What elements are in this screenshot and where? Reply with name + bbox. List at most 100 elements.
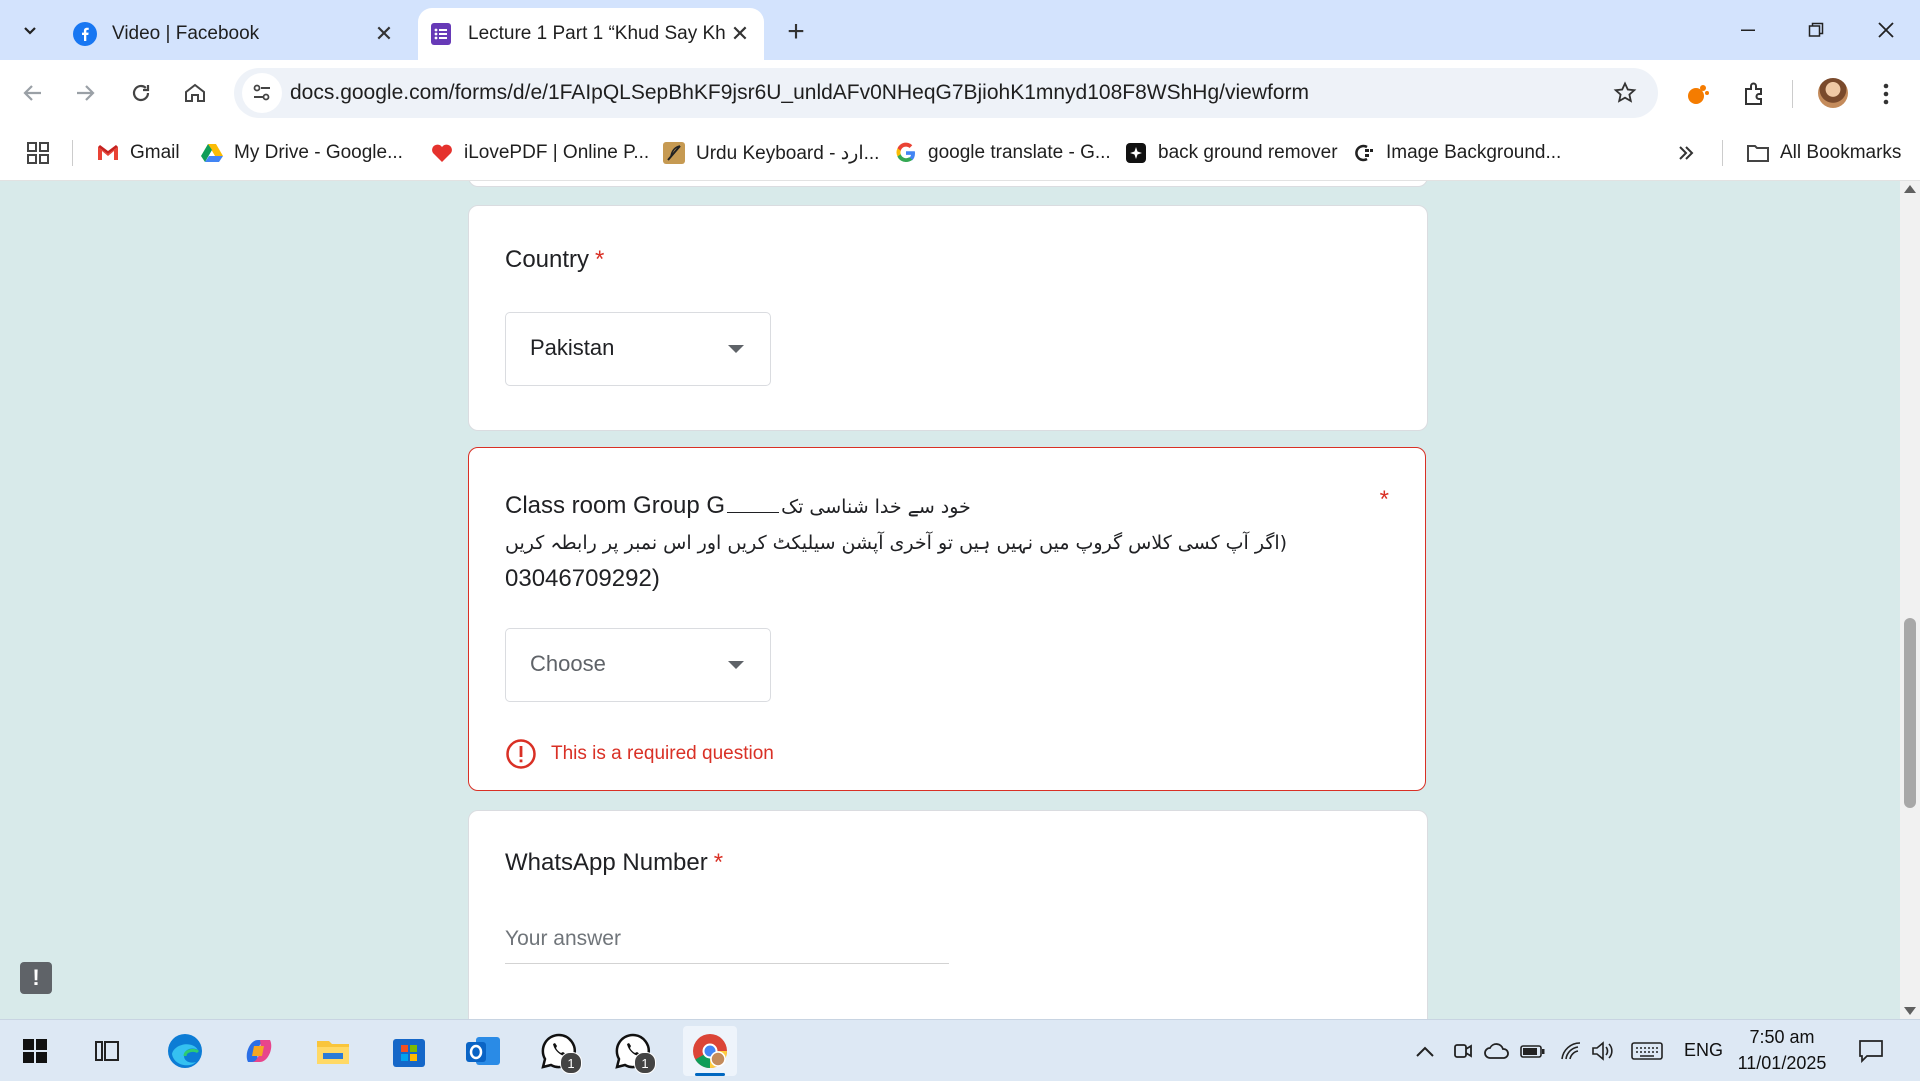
tab-title: Lecture 1 Part 1 “Khud Say Khuda	[468, 23, 726, 44]
volume-icon[interactable]	[1590, 1038, 1616, 1064]
report-feedback-button[interactable]: !	[20, 962, 52, 994]
error-icon	[506, 739, 536, 769]
touch-keyboard-icon[interactable]	[1630, 1038, 1664, 1064]
task-view-icon[interactable]	[80, 1026, 134, 1076]
toolbar-divider	[1792, 80, 1793, 108]
more-menu-icon[interactable]	[1866, 74, 1906, 114]
question-title-line2: (اگر آپ کسی کلاس گروپ میں نہیں ہیں تو آخ…	[505, 525, 1325, 561]
question-title-underline	[727, 512, 780, 513]
google-icon	[894, 141, 918, 165]
battery-icon[interactable]	[1520, 1038, 1546, 1064]
show-hidden-icons-icon[interactable]	[1412, 1038, 1438, 1064]
all-bookmarks-button[interactable]: All Bookmarks	[1746, 138, 1901, 168]
scroll-up-arrow-icon[interactable]	[1904, 185, 1916, 193]
bookmark-label: Gmail	[130, 142, 180, 163]
bookmark-my-drive[interactable]: My Drive - Google...	[200, 138, 403, 168]
address-bar[interactable]: docs.google.com/forms/d/e/1FAIpQLSepBhKF…	[234, 68, 1658, 118]
required-asterisk: *	[595, 246, 605, 273]
form-page: Country * Pakistan Class room Group G خود …	[0, 181, 1900, 1019]
bookmark-ilovepdf[interactable]: iLovePDF | Online P...	[430, 138, 649, 168]
bookmark-image-background[interactable]: Image Background...	[1352, 138, 1561, 168]
chevron-down-icon	[24, 27, 36, 35]
tab-google-form[interactable]: Lecture 1 Part 1 “Khud Say Khuda ✕	[418, 8, 764, 60]
all-bookmarks-label: All Bookmarks	[1780, 142, 1902, 163]
back-icon[interactable]	[12, 72, 54, 114]
page-scrollbar[interactable]	[1900, 181, 1920, 1019]
previous-question-card	[468, 181, 1428, 187]
more-bookmarks-icon[interactable]	[1676, 138, 1696, 168]
bookmarks-divider	[1722, 140, 1723, 166]
bookmark-star-icon[interactable]	[1610, 78, 1640, 108]
microsoft-store-icon[interactable]	[382, 1026, 436, 1076]
question-card-country: Country * Pakistan	[468, 205, 1428, 431]
minimize-icon[interactable]	[1720, 8, 1776, 52]
gmail-icon	[96, 141, 120, 165]
bookmarks-divider	[72, 140, 73, 166]
background-remover-icon	[1352, 141, 1376, 165]
dropdown-arrow-icon	[728, 345, 744, 353]
close-tab-icon[interactable]: ✕	[370, 20, 398, 48]
clock-date: 11/01/2025	[1737, 1053, 1827, 1073]
site-info-icon[interactable]	[242, 73, 282, 113]
clock-time: 7:50 am	[1749, 1027, 1815, 1047]
question-title-line1: Class room Group G خود سے خدا شناسی تک	[505, 488, 1325, 525]
reload-icon[interactable]	[120, 72, 162, 114]
browser-toolbar: docs.google.com/forms/d/e/1FAIpQLSepBhKF…	[0, 60, 1920, 126]
country-dropdown[interactable]: Pakistan	[505, 312, 771, 386]
question-label: WhatsApp Number	[505, 849, 708, 876]
clock[interactable]: 7:50 am 11/01/2025	[1732, 1024, 1832, 1076]
google-drive-icon	[200, 141, 224, 165]
close-window-icon[interactable]	[1858, 8, 1914, 52]
tab-search-button[interactable]	[8, 12, 52, 48]
tab-strip: Video | Facebook ✕ Lecture 1 Part 1 “Khu…	[0, 0, 1920, 60]
apps-grid-icon[interactable]	[26, 138, 50, 168]
extensions-puzzle-icon[interactable]	[1734, 74, 1774, 114]
input-placeholder: Your answer	[505, 927, 621, 950]
quill-icon	[662, 141, 686, 165]
ilovepdf-icon	[430, 141, 454, 165]
bookmark-background-remover[interactable]: back ground remover	[1124, 138, 1338, 168]
question-title-urdu: خود سے خدا شناسی تک	[781, 496, 971, 518]
forward-icon[interactable]	[64, 72, 106, 114]
question-title-line3: 03046709292)	[505, 565, 660, 592]
error-message: This is a required question	[551, 743, 774, 764]
extension-orange-icon[interactable]	[1678, 74, 1718, 114]
profile-avatar[interactable]	[1818, 78, 1848, 108]
outlook-icon[interactable]	[456, 1026, 510, 1076]
validation-error: This is a required question	[505, 738, 774, 770]
url-text: docs.google.com/forms/d/e/1FAIpQLSepBhKF…	[290, 81, 1309, 104]
notification-badge: 1	[634, 1052, 656, 1074]
restore-icon[interactable]	[1788, 8, 1844, 52]
whatsapp-answer-input[interactable]: Your answer	[505, 927, 949, 964]
windows-taskbar: 1 1 ENG 7:50 am 11/01/2025	[0, 1019, 1920, 1081]
onedrive-icon[interactable]	[1484, 1038, 1510, 1064]
whatsapp-icon[interactable]: 1	[532, 1026, 586, 1076]
dropdown-arrow-icon	[728, 661, 744, 669]
start-icon[interactable]	[8, 1026, 62, 1076]
chrome-icon[interactable]	[683, 1026, 737, 1076]
dropdown-selected-value: Pakistan	[530, 335, 615, 360]
home-icon[interactable]	[174, 72, 216, 114]
bookmark-gmail[interactable]: Gmail	[96, 138, 180, 168]
wifi-icon[interactable]	[1558, 1038, 1584, 1064]
bookmark-google-translate[interactable]: google translate - G...	[894, 138, 1111, 168]
whatsapp-business-icon[interactable]: 1	[606, 1026, 660, 1076]
bookmark-label: back ground remover	[1158, 142, 1338, 163]
scroll-down-arrow-icon[interactable]	[1904, 1007, 1916, 1015]
question-card-class-group: Class room Group G خود سے خدا شناسی تک (ا…	[468, 447, 1426, 791]
bookmarks-bar: Gmail My Drive - Google... iLovePDF | On…	[0, 126, 1920, 181]
folder-icon	[1746, 141, 1770, 165]
copilot-icon[interactable]	[232, 1026, 286, 1076]
scrollbar-thumb[interactable]	[1904, 618, 1916, 808]
tab-facebook[interactable]: Video | Facebook ✕	[62, 8, 408, 60]
language-indicator[interactable]: ENG	[1684, 1040, 1723, 1061]
edge-icon[interactable]	[158, 1026, 212, 1076]
bookmark-urdu-keyboard[interactable]: Urdu Keyboard - ارد...	[662, 138, 879, 168]
meet-now-icon[interactable]	[1450, 1038, 1476, 1064]
bookmark-label: Image Background...	[1386, 142, 1562, 163]
close-tab-icon[interactable]: ✕	[726, 20, 754, 48]
new-tab-button[interactable]: +	[778, 14, 814, 50]
file-explorer-icon[interactable]	[306, 1026, 360, 1076]
notifications-icon[interactable]	[1856, 1038, 1886, 1064]
class-group-dropdown[interactable]: Choose	[505, 628, 771, 702]
